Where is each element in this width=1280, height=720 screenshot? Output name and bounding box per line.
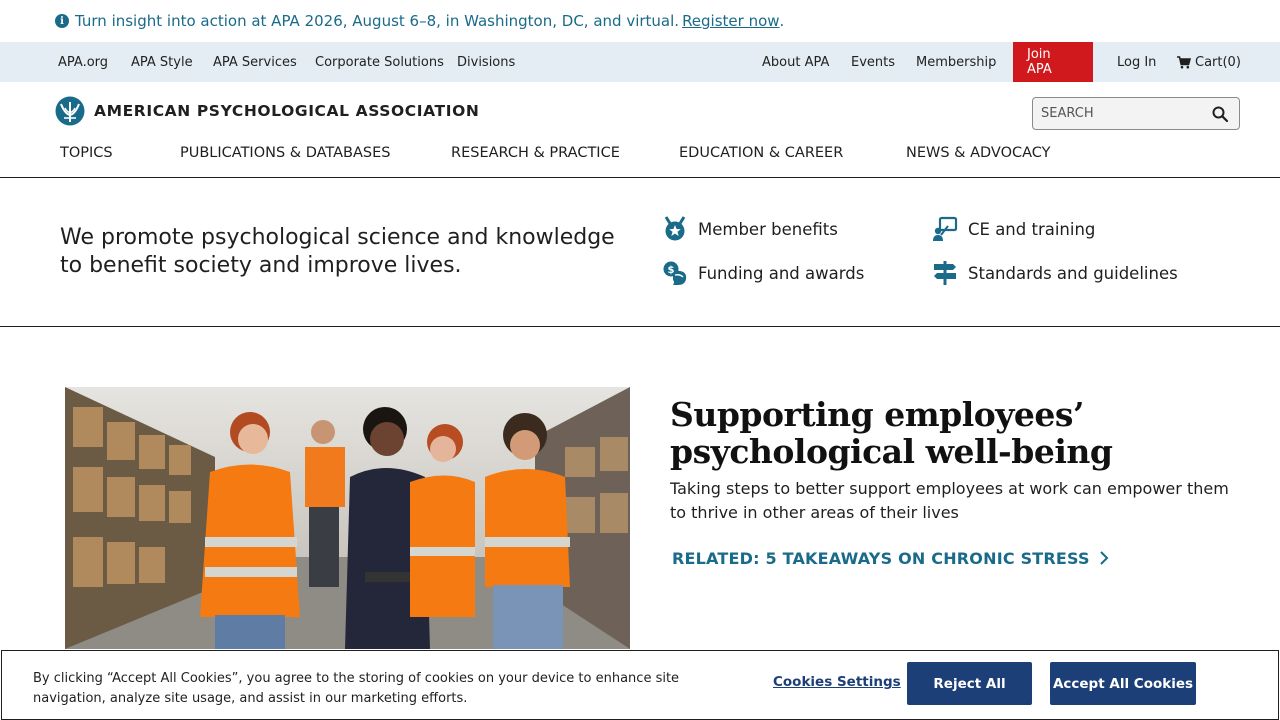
logo-text: AMERICAN PSYCHOLOGICAL ASSOCIATION (94, 102, 480, 120)
search-box (1032, 97, 1240, 130)
apa-logo[interactable]: AMERICAN PSYCHOLOGICAL ASSOCIATION (55, 96, 479, 126)
related-link[interactable]: RELATED: 5 TAKEAWAYS ON CHRONIC STRESS (672, 549, 1109, 568)
mission-section: We promote psychological science and kno… (0, 178, 1280, 327)
funding-icon: $ (663, 261, 687, 285)
signpost-icon (934, 261, 956, 285)
quick-link-label: Member benefits (698, 219, 838, 239)
hero-illustration (65, 387, 630, 649)
info-icon: i (55, 14, 69, 28)
login-link[interactable]: Log In (1117, 42, 1156, 82)
util-link-apa-org[interactable]: APA.org (58, 42, 108, 82)
related-link-label: RELATED: 5 TAKEAWAYS ON CHRONIC STRESS (672, 549, 1090, 568)
cart-label: Cart(0) (1195, 54, 1241, 70)
search-input[interactable] (1033, 106, 1203, 121)
nav-publications-databases[interactable]: PUBLICATIONS & DATABASES (180, 145, 391, 161)
util-link-about-apa[interactable]: About APA (762, 42, 829, 82)
nav-research-practice[interactable]: RESEARCH & PRACTICE (451, 145, 620, 161)
util-link-events[interactable]: Events (851, 42, 895, 82)
util-link-corporate-solutions[interactable]: Corporate Solutions (315, 42, 444, 82)
reject-all-button[interactable]: Reject All (907, 662, 1032, 705)
util-link-apa-style[interactable]: APA Style (131, 42, 193, 82)
site-header: AMERICAN PSYCHOLOGICAL ASSOCIATION TOPIC… (0, 82, 1280, 178)
quick-link-label: Standards and guidelines (968, 263, 1178, 283)
util-link-divisions[interactable]: Divisions (457, 42, 515, 82)
quick-link-label: Funding and awards (698, 263, 865, 283)
quick-link-label: CE and training (968, 219, 1096, 239)
hero-image (65, 387, 630, 649)
search-icon[interactable] (1211, 105, 1229, 123)
quick-link-ce-training[interactable]: CE and training (932, 216, 1095, 242)
accept-all-cookies-button[interactable]: Accept All Cookies (1050, 662, 1196, 705)
chevron-right-icon (1099, 551, 1108, 565)
announcement-bar: i Turn insight into action at APA 2026, … (0, 0, 1280, 42)
announcement-text: Turn insight into action at APA 2026, Au… (75, 12, 680, 30)
cookie-banner: By clicking “Accept All Cookies”, you ag… (1, 650, 1279, 720)
util-link-membership[interactable]: Membership (916, 42, 996, 82)
join-apa-button[interactable]: Join APA (1013, 42, 1093, 82)
cookie-text: By clicking “Accept All Cookies”, you ag… (33, 671, 680, 706)
medal-icon (664, 216, 686, 241)
quick-link-funding-awards[interactable]: $ Funding and awards (662, 260, 864, 286)
main-nav: TOPICS PUBLICATIONS & DATABASES RESEARCH… (0, 145, 1280, 167)
utility-nav: APA.org APA Style APA Services Corporate… (0, 42, 1280, 82)
apa-logo-icon (55, 96, 85, 126)
cookies-settings-link[interactable]: Cookies Settings (773, 674, 901, 690)
nav-education-career[interactable]: EDUCATION & CAREER (679, 145, 843, 161)
cart-icon (1177, 55, 1191, 68)
hero-description: Taking steps to better support employees… (670, 479, 1229, 522)
quick-link-member-benefits[interactable]: Member benefits (662, 216, 838, 242)
nav-topics[interactable]: TOPICS (60, 145, 113, 161)
register-now-link[interactable]: Register now (682, 12, 779, 30)
nav-news-advocacy[interactable]: NEWS & ADVOCACY (906, 145, 1051, 161)
cart-link[interactable]: Cart(0) (1177, 42, 1241, 82)
presentation-icon (933, 216, 958, 241)
hero-title[interactable]: Supporting employees’ psychological well… (670, 396, 1230, 470)
quick-link-standards-guidelines[interactable]: Standards and guidelines (932, 260, 1178, 286)
mission-statement: We promote psychological science and kno… (60, 225, 615, 278)
announcement-period: . (779, 12, 785, 30)
util-link-apa-services[interactable]: APA Services (213, 42, 297, 82)
